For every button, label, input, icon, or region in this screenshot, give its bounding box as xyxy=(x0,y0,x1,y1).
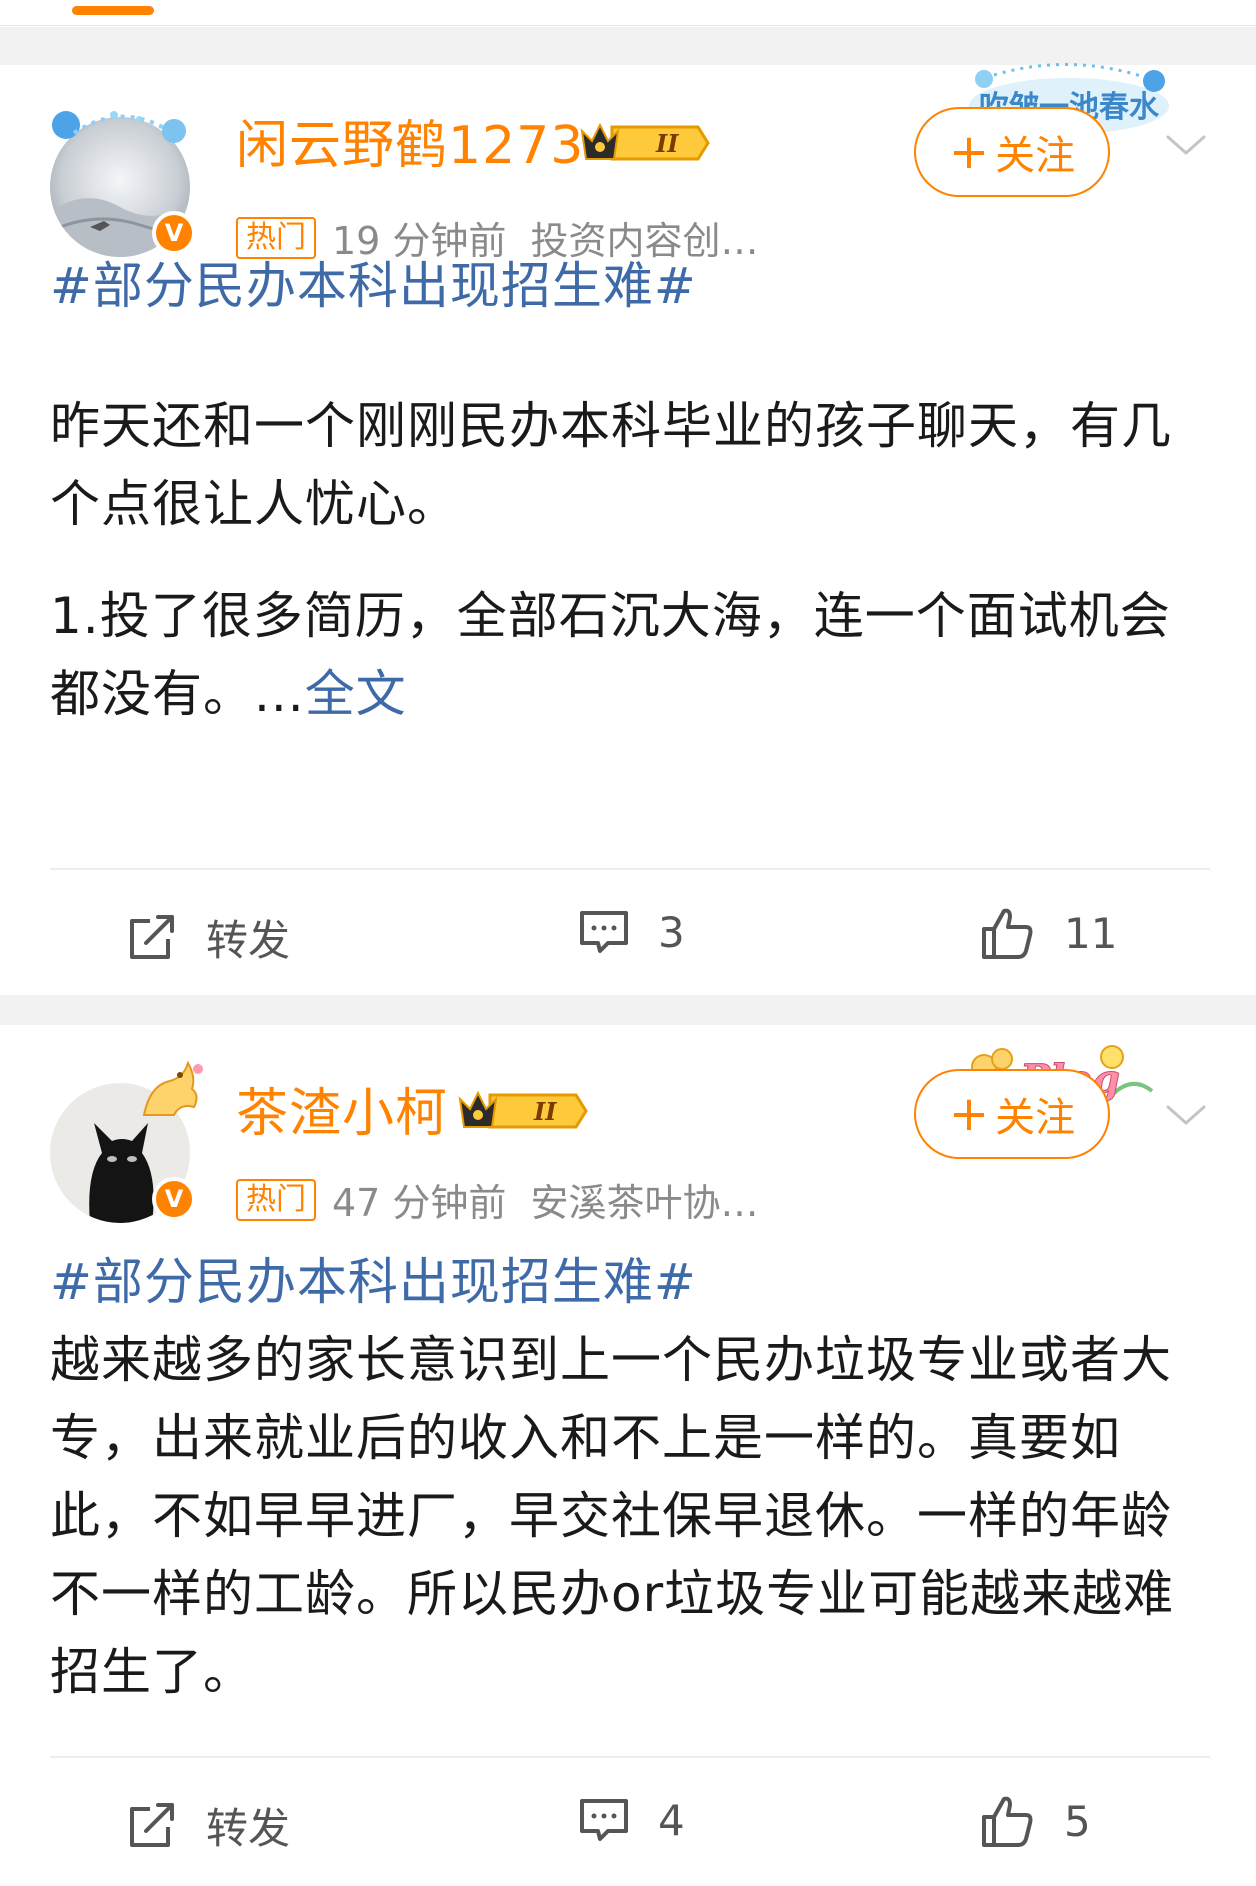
chevron-down-icon[interactable] xyxy=(1164,133,1208,159)
hot-tag: 热门 xyxy=(236,1178,316,1221)
divider xyxy=(50,1756,1210,1758)
topic-link[interactable]: #部分民办本科出现招生难# xyxy=(50,247,1200,325)
avatar[interactable]: V xyxy=(50,1060,203,1223)
comment-count: 3 xyxy=(658,907,685,957)
crown-icon: II xyxy=(580,122,710,161)
post-content: #部分民办本科出现招生难# 昨天还和一个刚刚民办本科毕业的孩子聊天，有几个点很让… xyxy=(50,247,1200,733)
follow-button[interactable]: + 关注 xyxy=(914,107,1110,197)
avatar-frame-decoration xyxy=(142,1060,203,1116)
feed-separator xyxy=(0,995,1256,1025)
follow-button[interactable]: + 关注 xyxy=(914,1069,1110,1159)
repost-button[interactable]: 转发 xyxy=(126,1795,290,1856)
repost-icon xyxy=(130,914,174,959)
post-time: 47 分钟前 xyxy=(332,1181,507,1225)
like-button[interactable]: 5 xyxy=(980,1793,1091,1849)
repost-label: 转发 xyxy=(206,916,291,965)
repost-label: 转发 xyxy=(206,1804,291,1853)
like-icon xyxy=(982,908,1033,959)
feed-separator xyxy=(0,27,1256,65)
like-count: 5 xyxy=(1064,1796,1091,1846)
follow-label: 关注 xyxy=(995,1095,1076,1141)
username[interactable]: 闲云野鹤1273 xyxy=(236,103,584,178)
avatar-frame-decoration xyxy=(52,111,186,143)
post-paragraph-truncated: 1.投了很多简历，全部石沉大海，连一个面试机会都没有。...全文 xyxy=(50,587,1171,723)
comment-icon xyxy=(580,1799,628,1841)
repost-icon xyxy=(130,1802,174,1847)
like-icon xyxy=(982,1796,1033,1847)
comment-icon xyxy=(580,911,628,953)
divider xyxy=(50,868,1210,870)
post-content: #部分民办本科出现招生难# 越来越多的家长意识到上一个民办垃圾专业或者大专，出来… xyxy=(50,1243,1200,1711)
crown-icon: II xyxy=(458,1090,588,1129)
repost-button[interactable]: 转发 xyxy=(126,907,290,968)
post-source[interactable]: 安溪茶叶协… xyxy=(530,1172,758,1227)
top-tab-strip xyxy=(0,0,1256,26)
post-paragraph: 昨天还和一个刚刚民办本科毕业的孩子聊天，有几个点很让人忧心。 xyxy=(50,397,1172,533)
avatar[interactable]: V xyxy=(50,111,196,257)
post-paragraph: 越来越多的家长意识到上一个民办垃圾专业或者大专，出来就业后的收入和不上是一样的。… xyxy=(50,1331,1175,1701)
plus-icon: + xyxy=(948,1086,990,1142)
post-card[interactable]: V 茶渣小柯 II 热门 47 分钟前 安溪茶叶协… Plog + 关注 #部分… xyxy=(0,1025,1256,1886)
like-count: 11 xyxy=(1064,908,1118,958)
post-card[interactable]: V 闲云野鹤1273 II 热门 19 分钟前 投资内容创… 吹皱一池春水 + … xyxy=(0,62,1256,995)
full-text-link[interactable]: 全文 xyxy=(305,665,407,723)
chevron-down-icon[interactable] xyxy=(1164,1103,1208,1129)
active-tab-indicator xyxy=(72,6,154,15)
verified-icon: V xyxy=(152,1177,196,1221)
topic-link[interactable]: #部分民办本科出现招生难# xyxy=(50,1243,1200,1321)
level-label: II xyxy=(533,1097,557,1126)
plus-icon: + xyxy=(948,124,990,180)
post-meta: 热门 47 分钟前 安溪茶叶协… xyxy=(236,1172,758,1227)
comment-button[interactable]: 3 xyxy=(578,907,685,957)
username[interactable]: 茶渣小柯 xyxy=(236,1071,448,1146)
follow-label: 关注 xyxy=(995,133,1076,179)
comment-button[interactable]: 4 xyxy=(578,1795,685,1845)
level-label: II xyxy=(655,129,679,158)
like-button[interactable]: 11 xyxy=(980,905,1117,961)
comment-count: 4 xyxy=(658,1795,685,1845)
